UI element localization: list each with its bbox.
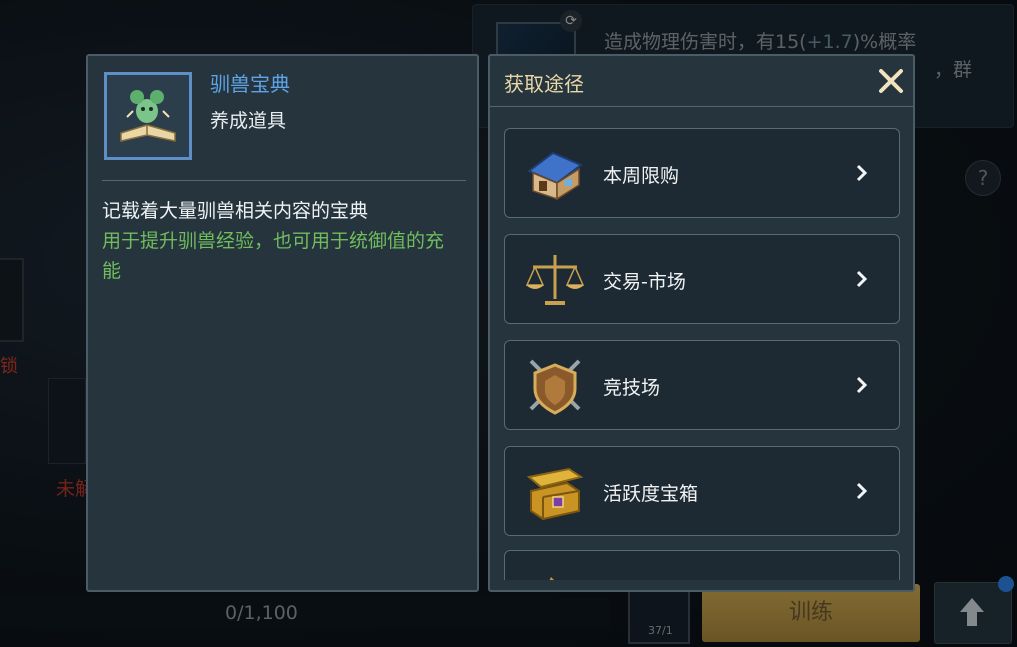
divider [490,106,913,107]
source-label: 活跃度宝箱 [603,483,699,505]
item-icon-frame [104,72,192,160]
scales-icon [525,255,585,305]
close-icon[interactable] [876,66,906,96]
source-label: 交易-市场 [603,271,686,293]
source-label: 竞技场 [603,377,661,399]
item-type: 养成道具 [210,110,287,132]
item-description: 记载着大量驯兽相关内容的宝典 [102,200,369,222]
beast-tome-icon [120,90,176,142]
source-label: 本周限购 [603,165,680,187]
chevron-right-icon [856,482,868,500]
shop-house-icon [527,151,583,201]
chevron-right-icon [856,376,868,394]
item-name: 驯兽宝典 [210,72,290,96]
source-item-weekly-shop[interactable]: 本周限购 [504,128,900,218]
treasure-chest-icon [526,467,584,521]
chevron-right-icon [856,164,868,182]
divider [102,180,466,181]
source-item-partial[interactable] [504,550,900,580]
source-item-trade-market[interactable]: 交易-市场 [504,234,900,324]
shield-swords-icon [529,359,581,415]
source-item-arena[interactable]: 竞技场 [504,340,900,430]
partial-item-icon [549,577,554,580]
source-item-activity-chest[interactable]: 活跃度宝箱 [504,446,900,536]
chevron-right-icon [856,270,868,288]
source-list[interactable]: 本周限购 交易-市场 竞技场 活跃度宝箱 [504,128,900,580]
item-info-panel: 驯兽宝典 养成道具 记载着大量驯兽相关内容的宝典 用于提升驯兽经验，也可用于统御… [86,54,479,592]
panel-title: 获取途径 [504,72,584,96]
item-usage: 用于提升驯兽经验，也可用于统御值的充能 [102,230,445,282]
acquisition-panel: 获取途径 本周限购 交易-市场 竞技场 活跃度宝箱 [488,54,915,592]
